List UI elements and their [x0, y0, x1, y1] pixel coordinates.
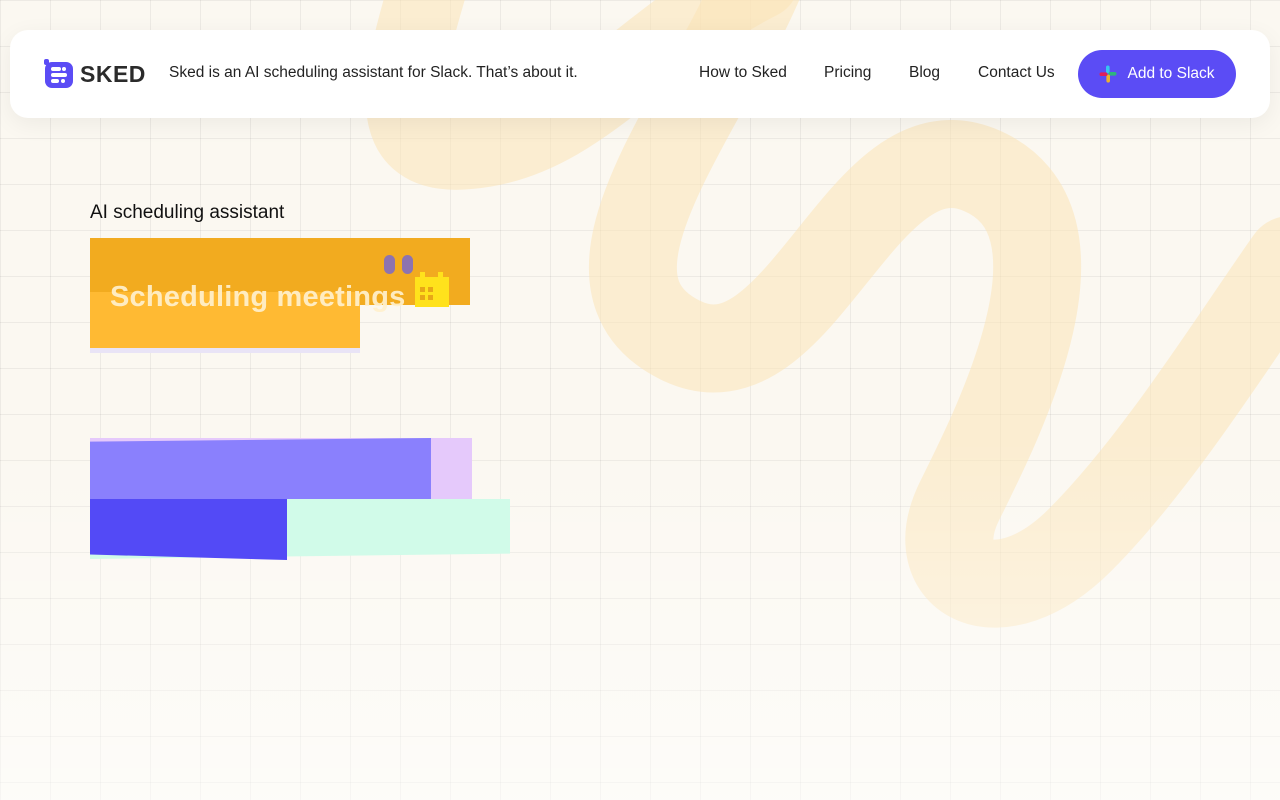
periwinkle-block: [90, 438, 431, 499]
nav-link-blog[interactable]: Blog: [909, 64, 940, 82]
calendar-icon: [415, 272, 449, 307]
add-to-slack-button[interactable]: Add to Slack: [1078, 50, 1236, 98]
hero-headline: Scheduling meetings: [110, 281, 406, 313]
indigo-block: [90, 499, 287, 560]
add-to-slack-label: Add to Slack: [1127, 65, 1215, 82]
hero-eyebrow: AI scheduling assistant: [90, 202, 285, 223]
slack-icon: [1099, 65, 1117, 83]
top-navbar: SKED Sked is an AI scheduling assistant …: [10, 30, 1270, 118]
nav-link-pricing[interactable]: Pricing: [824, 64, 871, 82]
orange-block-shadow: [90, 348, 360, 353]
bottom-fade: [0, 0, 1280, 800]
nav-link-how-to-sked[interactable]: How to Sked: [699, 64, 787, 82]
eyes-icon: [384, 255, 413, 274]
nav-link-contact-us[interactable]: Contact Us: [978, 64, 1055, 82]
